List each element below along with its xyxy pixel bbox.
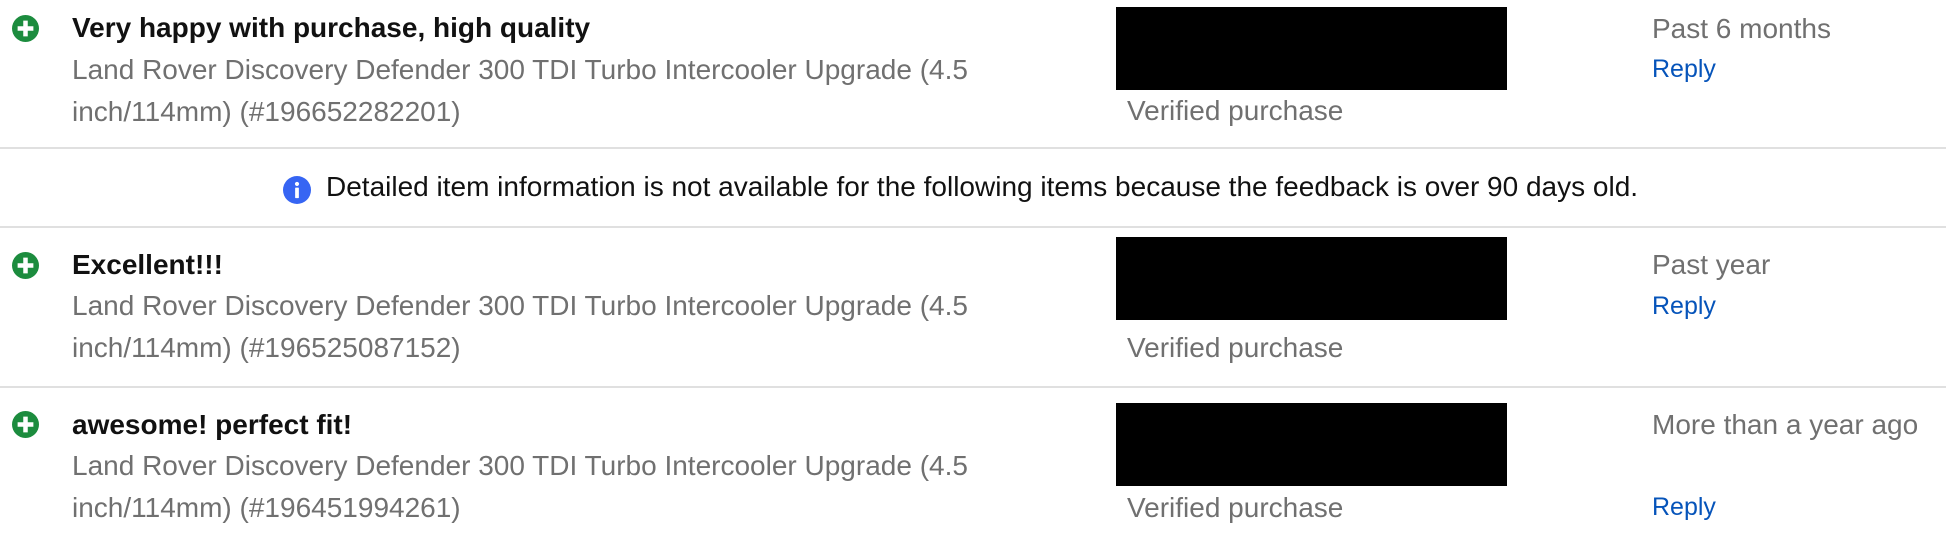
verified-purchase-label: Verified purchase <box>1127 95 1344 126</box>
feedback-comment: Very happy with purchase, high quality <box>72 12 591 43</box>
redacted-buyer <box>1116 403 1507 486</box>
reply-link[interactable]: Reply <box>1652 55 1716 84</box>
plus-circle-icon <box>12 252 39 279</box>
item-number-line: inch/114mm) (#196451994261) <box>72 492 461 523</box>
item-title-line: Land Rover Discovery Defender 300 TDI Tu… <box>72 54 968 85</box>
feedback-time: Past year <box>1652 249 1771 280</box>
feedback-time: Past 6 months <box>1652 13 1831 44</box>
plus-circle-icon <box>12 15 39 42</box>
verified-purchase-label: Verified purchase <box>1127 492 1344 523</box>
item-description: Land Rover Discovery Defender 300 TDI Tu… <box>72 445 1032 529</box>
row-divider <box>0 386 1946 388</box>
row-divider <box>0 226 1946 228</box>
reply-link[interactable]: Reply <box>1652 493 1716 522</box>
old-feedback-notice: Detailed item information is not availab… <box>0 149 1946 226</box>
notice-text: Detailed item information is not availab… <box>326 171 1639 202</box>
item-title-line: Land Rover Discovery Defender 300 TDI Tu… <box>72 450 968 481</box>
plus-circle-icon <box>12 411 39 438</box>
item-description: Land Rover Discovery Defender 300 TDI Tu… <box>72 285 1032 369</box>
redacted-buyer <box>1116 237 1507 320</box>
reply-link[interactable]: Reply <box>1652 292 1716 321</box>
info-icon <box>283 176 311 204</box>
item-title-line: Land Rover Discovery Defender 300 TDI Tu… <box>72 290 968 321</box>
item-number-line: inch/114mm) (#196652282201) <box>72 96 461 127</box>
feedback-time: More than a year ago <box>1652 409 1919 440</box>
verified-purchase-label: Verified purchase <box>1127 332 1344 363</box>
feedback-row: Very happy with purchase, high quality L… <box>0 0 1946 149</box>
redacted-buyer <box>1116 7 1507 90</box>
item-description: Land Rover Discovery Defender 300 TDI Tu… <box>72 49 1032 133</box>
feedback-comment: Excellent!!! <box>72 249 223 280</box>
item-number-line: inch/114mm) (#196525087152) <box>72 332 461 363</box>
feedback-comment: awesome! perfect fit! <box>72 409 353 440</box>
